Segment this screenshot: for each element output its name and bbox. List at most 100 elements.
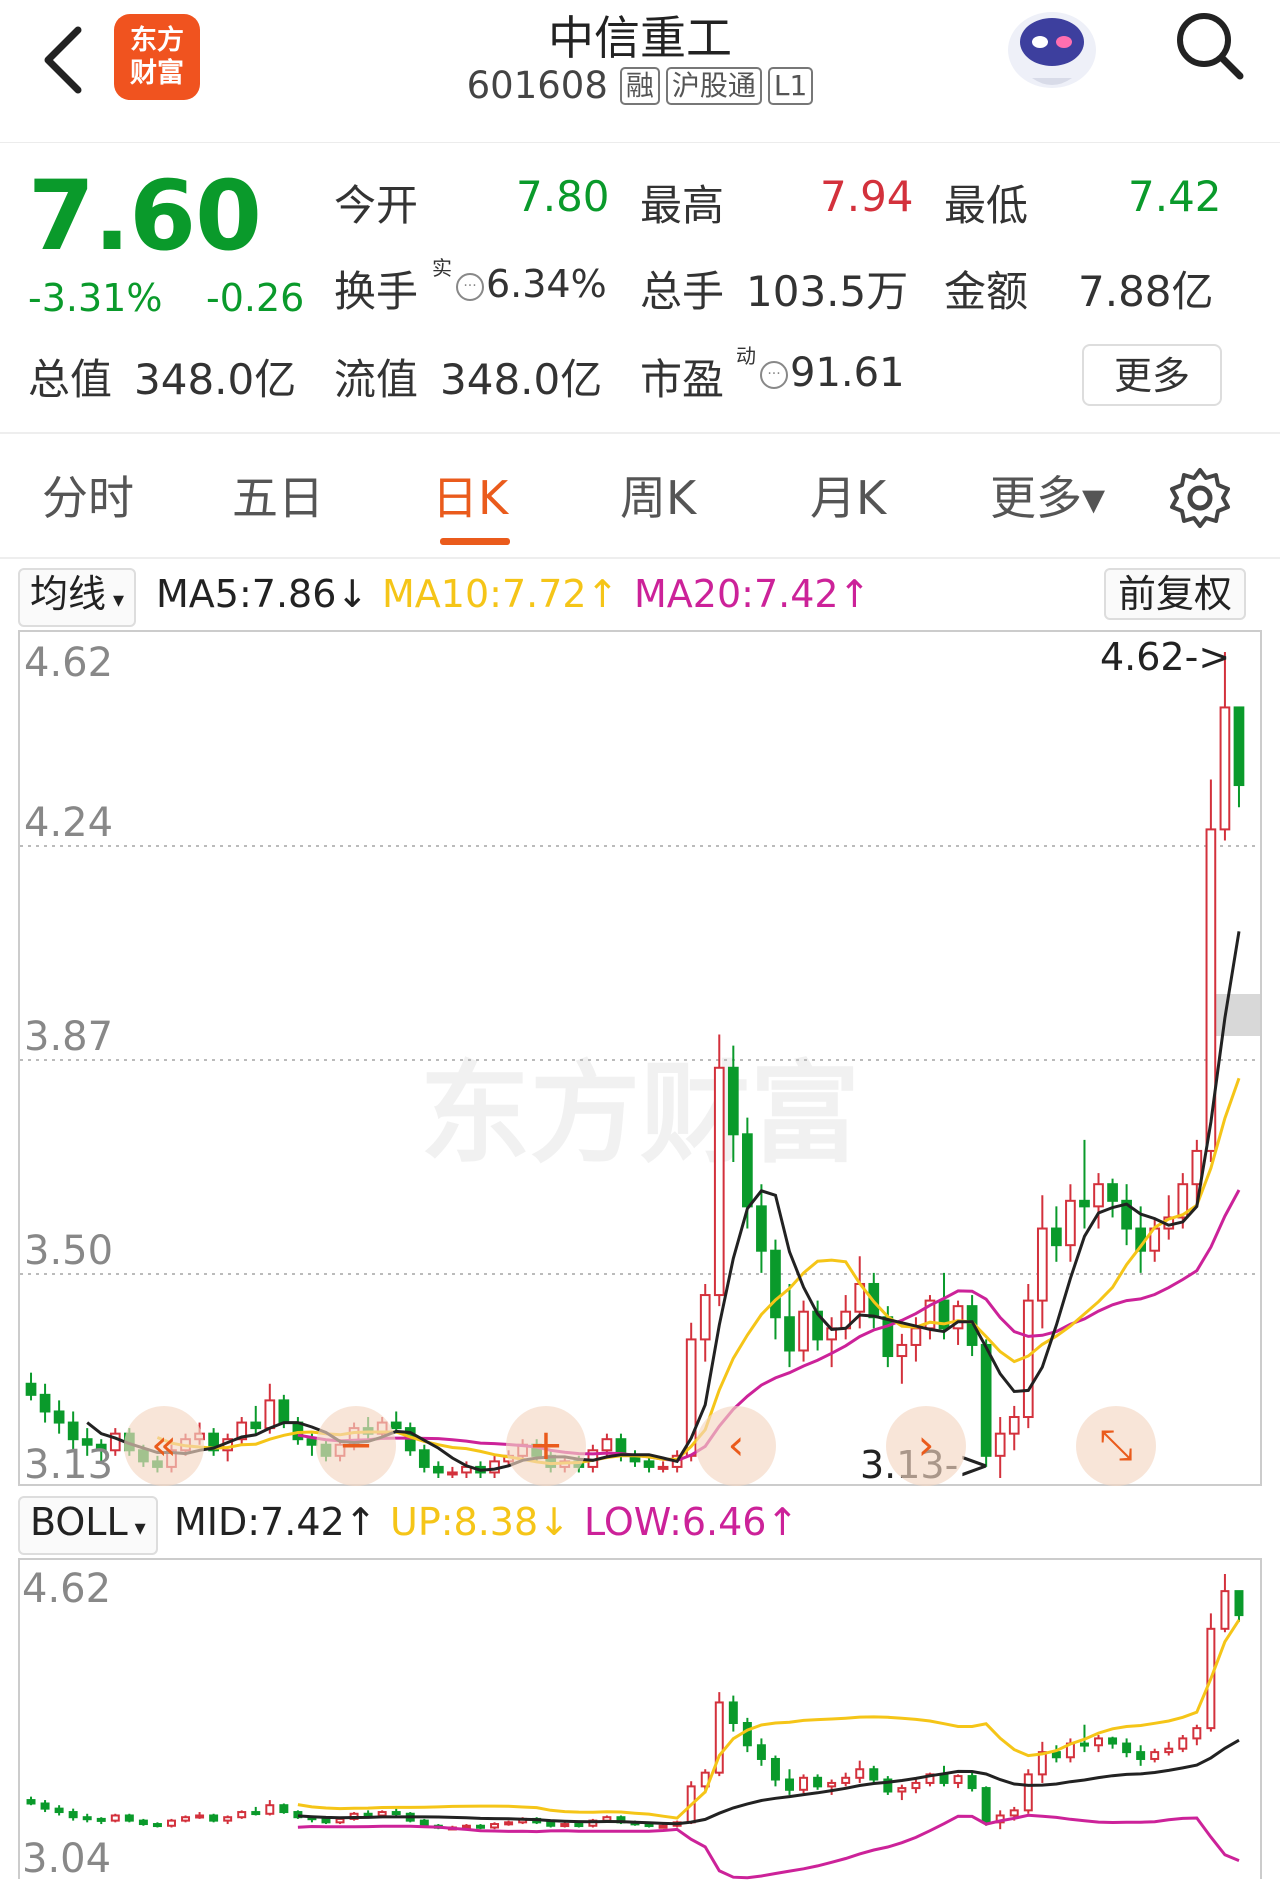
y-axis-label: 3.87 — [24, 1014, 113, 1060]
gear-icon[interactable] — [1168, 466, 1232, 530]
candle-body — [1178, 1737, 1188, 1750]
candle-body — [644, 1823, 654, 1828]
next-icon[interactable]: › — [886, 1406, 966, 1486]
kline-chart[interactable]: 东方财富 4.62 4.24 3.87 3.50 3.13 4.62-> 3.1… — [20, 632, 1260, 1484]
turnover-value: 6.34% — [486, 262, 607, 306]
candle-body — [699, 1294, 711, 1341]
candle-body — [1079, 1199, 1090, 1208]
candle-body — [1220, 1590, 1230, 1630]
candle-body — [1233, 706, 1245, 787]
boll-chart[interactable]: 4.62 3.04 — [20, 1560, 1260, 1881]
tab-five-day[interactable]: 五日 — [232, 462, 324, 528]
adjust-selector[interactable]: 前复权 — [1104, 568, 1247, 620]
candle-body — [1093, 1183, 1104, 1208]
candle-body — [601, 1438, 613, 1452]
amount-value: 7.88亿 — [1078, 267, 1214, 316]
connect-tag[interactable]: 沪股通 — [665, 66, 762, 105]
info-circle-icon: ··· — [456, 272, 484, 301]
turnover-value-wrap[interactable]: ··· 6.34% — [456, 262, 607, 306]
candle-body — [1136, 1751, 1146, 1760]
change-percent: -3.31% — [28, 276, 163, 320]
y-axis-label-min: 3.13 — [24, 1442, 113, 1484]
candle-body — [237, 1811, 247, 1819]
candle-body — [181, 1816, 191, 1822]
margin-tag[interactable]: 融 — [619, 66, 660, 105]
candle-body — [1079, 1742, 1089, 1747]
candle-body — [658, 1824, 668, 1829]
level-tag[interactable]: L1 — [767, 66, 814, 105]
candle-body — [490, 1823, 500, 1829]
ma5-value: MA5:7.86↓ — [156, 572, 369, 616]
divider — [0, 432, 1280, 434]
candle-body — [980, 1343, 992, 1457]
stock-code: 601608 — [466, 64, 608, 107]
robot-avatar-icon[interactable] — [1002, 0, 1102, 92]
candle-body — [855, 1768, 865, 1779]
candle-body — [195, 1814, 205, 1819]
boll-up-value: UP:8.38↓ — [390, 1500, 570, 1544]
candle-body — [967, 1775, 977, 1790]
candle-body — [897, 1787, 907, 1793]
zoom-out-icon[interactable]: − — [316, 1406, 396, 1486]
tab-daily-k[interactable]: 日K — [432, 462, 508, 528]
candle-body — [504, 1821, 514, 1826]
candle-body — [1107, 1183, 1118, 1202]
tab-monthly-k[interactable]: 月K — [810, 462, 886, 528]
candle-body — [1192, 1727, 1202, 1740]
caret-down-icon: ▾ — [127, 1516, 146, 1541]
candle-body — [1122, 1742, 1132, 1754]
kline-chart-frame[interactable]: 东方财富 4.62 4.24 3.87 3.50 3.13 4.62-> 3.1… — [18, 630, 1262, 1486]
boll-chart-frame[interactable]: 4.62 3.04 — [18, 1558, 1262, 1881]
candle-body — [96, 1817, 106, 1822]
candle-body — [546, 1821, 556, 1827]
candle-body — [643, 1460, 655, 1468]
candle-body — [251, 1811, 261, 1816]
candle-body — [124, 1814, 134, 1822]
candle-body — [26, 1799, 36, 1805]
candle-body — [827, 1781, 837, 1788]
y-axis-label: 4.24 — [24, 800, 113, 846]
boll-selector-label: BOLL — [30, 1500, 128, 1544]
candle-body — [321, 1817, 331, 1824]
candle-body — [1108, 1737, 1118, 1745]
search-icon[interactable] — [1170, 6, 1250, 86]
open-value: 7.80 — [516, 172, 610, 221]
candle-body — [264, 1399, 276, 1430]
candle-body — [1219, 706, 1231, 831]
zoom-in-icon[interactable]: + — [506, 1406, 586, 1486]
pe-value-wrap[interactable]: ··· 91.61 — [760, 350, 905, 396]
high-value: 7.94 — [820, 172, 914, 221]
boll-mid-value: MID:7.42↑ — [174, 1500, 377, 1544]
candle-body — [363, 1812, 373, 1817]
candle-body — [447, 1471, 458, 1476]
candle-body — [265, 1804, 275, 1815]
pe-value: 91.61 — [790, 350, 905, 396]
candle-body — [728, 1701, 738, 1724]
candle-body — [1036, 1227, 1048, 1302]
boll-y-label-min: 3.04 — [22, 1836, 111, 1881]
floatcap-value: 348.0亿 — [440, 355, 603, 404]
boll-selector[interactable]: BOLL ▾ — [18, 1496, 158, 1555]
tab-weekly-k[interactable]: 周K — [620, 462, 696, 528]
candle-body — [68, 1811, 78, 1819]
candle-body — [67, 1421, 79, 1441]
candle-body — [939, 1773, 949, 1784]
candle-body — [799, 1776, 809, 1791]
more-quote-button[interactable]: 更多 — [1082, 344, 1222, 406]
top-bar: 东方 财富 中信重工 601608 融 沪股通 L1 — [0, 0, 1280, 143]
high-label: 最高 — [640, 181, 725, 230]
candle-body — [784, 1316, 795, 1352]
candle-body — [910, 1327, 922, 1346]
candle-body — [953, 1775, 963, 1784]
candle-body — [279, 1804, 289, 1814]
tab-more[interactable]: 更多▾ — [990, 462, 1105, 528]
ma-selector[interactable]: 均线 ▾ — [18, 568, 137, 627]
rewind-icon[interactable]: « — [124, 1406, 204, 1486]
candle-body — [377, 1811, 387, 1817]
expand-icon[interactable]: ⤡ — [1076, 1406, 1156, 1486]
candle-body — [742, 1133, 753, 1208]
tab-intraday[interactable]: 分时 — [42, 462, 134, 528]
candle-body — [1094, 1737, 1104, 1747]
candle-body — [785, 1778, 794, 1791]
prev-icon[interactable]: ‹ — [696, 1406, 776, 1486]
